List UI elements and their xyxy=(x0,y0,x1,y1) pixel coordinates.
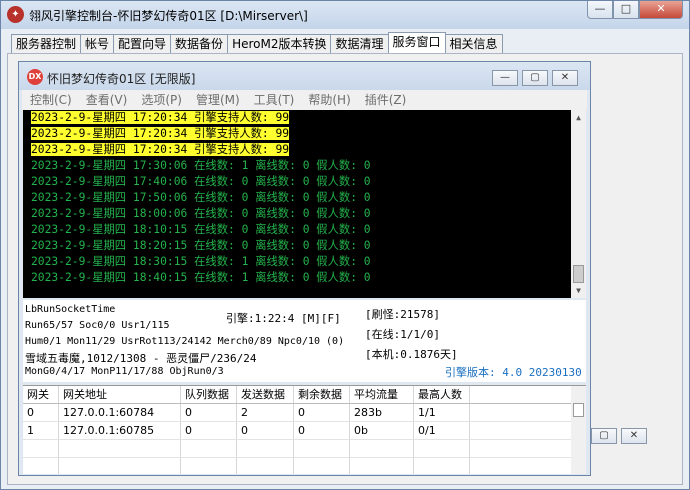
window-controls: — □ ✕ xyxy=(587,1,683,19)
menu-help[interactable]: 帮助(H) xyxy=(300,90,356,110)
scroll-down-icon[interactable]: ▼ xyxy=(571,283,586,298)
inner-minimize-button[interactable]: — xyxy=(492,70,518,86)
engine-version: 引擎版本: 4.0 20230130 xyxy=(445,366,582,379)
log-line: 2023-2-9-星期四 17:20:34 引擎支持人数: 99 xyxy=(31,127,290,140)
table-row-empty xyxy=(23,440,586,458)
log-line: 2023-2-9-星期四 18:40:15 在线数: 1 离线数: 0 假人数:… xyxy=(31,271,371,284)
scroll-up-icon[interactable]: ▲ xyxy=(571,110,586,125)
col-gateway-address[interactable]: 网关地址 xyxy=(59,386,181,403)
log-line: 2023-2-9-星期四 17:20:34 引擎支持人数: 99 xyxy=(31,111,290,124)
table-cell: 0/1 xyxy=(414,422,470,439)
tab-config-wizard[interactable]: 配置向导 xyxy=(113,34,172,53)
socket-time-label: LbRunSocketTime xyxy=(25,304,116,315)
status-panel: LbRunSocketTime Run65/57 Soc0/0 Usr1/115… xyxy=(23,300,586,382)
inner-close-button[interactable]: ✕ xyxy=(552,70,578,86)
tab-related-info[interactable]: 相关信息 xyxy=(444,34,503,53)
console-scrollbar[interactable]: ▲ ▼ xyxy=(571,110,586,298)
table-cell: 283b xyxy=(350,404,414,421)
log-line: 2023-2-9-星期四 18:10:15 在线数: 0 离线数: 0 假人数:… xyxy=(31,223,371,236)
table-cell: 0 xyxy=(294,422,350,439)
console-scroll-thumb[interactable] xyxy=(573,265,584,283)
log-console[interactable]: 2023-2-9-星期四 17:20:34 引擎支持人数: 99 2023-2-… xyxy=(23,110,586,298)
log-line: 2023-2-9-星期四 17:20:34 引擎支持人数: 99 xyxy=(31,143,290,156)
machine-uptime: [本机:0.1876天] xyxy=(365,348,458,361)
title-bar[interactable]: ✦ 翎风引擎控制台-怀旧梦幻传奇01区 [D:\Mirserver\] — □ … xyxy=(1,1,689,29)
inner-title-bar[interactable]: DX 怀旧梦幻传奇01区 [无限版] — ▢ ✕ xyxy=(19,62,590,90)
table-cell: 127.0.0.1:60784 xyxy=(59,404,181,421)
col-avg-traffic[interactable]: 平均流量 xyxy=(350,386,414,403)
log-line: 2023-2-9-星期四 17:40:06 在线数: 0 离线数: 0 假人数:… xyxy=(31,175,371,188)
monster-stats: 雪域五毒魔,1012/1308 - 恶灵僵尸/236/24 xyxy=(25,352,257,365)
tab-data-backup[interactable]: 数据备份 xyxy=(170,34,229,53)
table-cell: 127.0.0.1:60785 xyxy=(59,422,181,439)
col-queue-data[interactable]: 队列数据 xyxy=(181,386,237,403)
hum-stats: Hum0/1 Mon11/29 UsrRot113/24142 Merch0/8… xyxy=(25,336,345,347)
online-count: [在线:1/1/0] xyxy=(365,328,440,341)
inner-restore-button[interactable]: ▢ xyxy=(522,70,548,86)
main-tabs: 服务器控制 帐号 配置向导 数据备份 HeroM2版本转换 数据清理 服务窗口 … xyxy=(11,32,503,53)
col-gateway[interactable]: 网关 xyxy=(23,386,59,403)
table-header: 网关 网关地址 队列数据 发送数据 剩余数据 平均流量 最高人数 xyxy=(23,386,586,404)
table-scroll-thumb[interactable] xyxy=(573,403,584,417)
table-cell: 0 xyxy=(181,422,237,439)
table-cell: 0 xyxy=(294,404,350,421)
engine-runtime: 引擎:1:22:4 [M][F] xyxy=(226,312,341,325)
log-line: 2023-2-9-星期四 18:20:15 在线数: 0 离线数: 0 假人数:… xyxy=(31,239,371,252)
close-button[interactable]: ✕ xyxy=(639,1,683,19)
gateway-table: 网关 网关地址 队列数据 发送数据 剩余数据 平均流量 最高人数 0 127.0… xyxy=(23,385,586,474)
menu-view[interactable]: 查看(V) xyxy=(78,90,134,110)
minimize-button[interactable]: — xyxy=(587,1,613,19)
table-cell: 0 xyxy=(23,404,59,421)
dx-logo-icon: DX xyxy=(27,69,43,85)
bird-logo-icon: ✦ xyxy=(7,6,24,23)
background-window-controls: ▢ ✕ xyxy=(591,428,651,444)
mon-go-stats: MonG0/4/17 MonP11/17/88 ObjRun0/3 xyxy=(25,366,224,377)
game-server-window: DX 怀旧梦幻传奇01区 [无限版] — ▢ ✕ 控制(C) 查看(V) 选项(… xyxy=(18,61,591,476)
tab-service-window[interactable]: 服务窗口 xyxy=(387,32,446,53)
col-sent-data[interactable]: 发送数据 xyxy=(237,386,294,403)
log-line: 2023-2-9-星期四 17:50:06 在线数: 0 离线数: 0 假人数:… xyxy=(31,191,371,204)
table-cell: 1/1 xyxy=(414,404,470,421)
tab-account[interactable]: 帐号 xyxy=(80,34,115,53)
inner-window-title: 怀旧梦幻传奇01区 [无限版] xyxy=(47,72,196,86)
maximize-button[interactable]: □ xyxy=(613,1,639,19)
menu-options[interactable]: 选项(P) xyxy=(133,90,188,110)
window-title: 翎风引擎控制台-怀旧梦幻传奇01区 [D:\Mirserver\] xyxy=(29,9,308,23)
col-max-users[interactable]: 最高人数 xyxy=(414,386,470,403)
tab-data-cleanup[interactable]: 数据清理 xyxy=(330,34,389,53)
menu-bar: 控制(C) 查看(V) 选项(P) 管理(M) 工具(T) 帮助(H) 插件(Z… xyxy=(22,90,587,110)
restore-button-background[interactable]: ▢ xyxy=(591,428,617,444)
table-cell: 1 xyxy=(23,422,59,439)
log-line: 2023-2-9-星期四 18:30:15 在线数: 1 离线数: 0 假人数:… xyxy=(31,255,371,268)
close-button-background[interactable]: ✕ xyxy=(621,428,647,444)
log-line: 2023-2-9-星期四 17:30:06 在线数: 1 离线数: 0 假人数:… xyxy=(31,159,371,172)
inner-window-controls: — ▢ ✕ xyxy=(488,70,578,86)
menu-tools[interactable]: 工具(T) xyxy=(246,90,301,110)
table-scrollbar[interactable] xyxy=(571,386,586,474)
table-cell: 0 xyxy=(181,404,237,421)
run-stats: Run65/57 Soc0/0 Usr1/115 xyxy=(25,320,170,331)
table-cell: 2 xyxy=(237,404,294,421)
menu-control[interactable]: 控制(C) xyxy=(22,90,78,110)
table-row[interactable]: 1 127.0.0.1:60785 0 0 0 0b 0/1 xyxy=(23,422,586,440)
log-line: 2023-2-9-星期四 18:00:06 在线数: 0 离线数: 0 假人数:… xyxy=(31,207,371,220)
col-remaining-data[interactable]: 剩余数据 xyxy=(294,386,350,403)
tab-server-control[interactable]: 服务器控制 xyxy=(11,34,82,53)
menu-manage[interactable]: 管理(M) xyxy=(188,90,246,110)
table-row[interactable]: 0 127.0.0.1:60784 0 2 0 283b 1/1 xyxy=(23,404,586,422)
table-cell: 0b xyxy=(350,422,414,439)
menu-plugins[interactable]: 插件(Z) xyxy=(357,90,413,110)
tab-herom2-convert[interactable]: HeroM2版本转换 xyxy=(227,34,332,53)
table-row-empty xyxy=(23,458,586,474)
refresh-monster-count: [刷怪:21578] xyxy=(365,308,440,321)
table-cell: 0 xyxy=(237,422,294,439)
console-app-window: ✦ 翎风引擎控制台-怀旧梦幻传奇01区 [D:\Mirserver\] — □ … xyxy=(0,0,690,490)
